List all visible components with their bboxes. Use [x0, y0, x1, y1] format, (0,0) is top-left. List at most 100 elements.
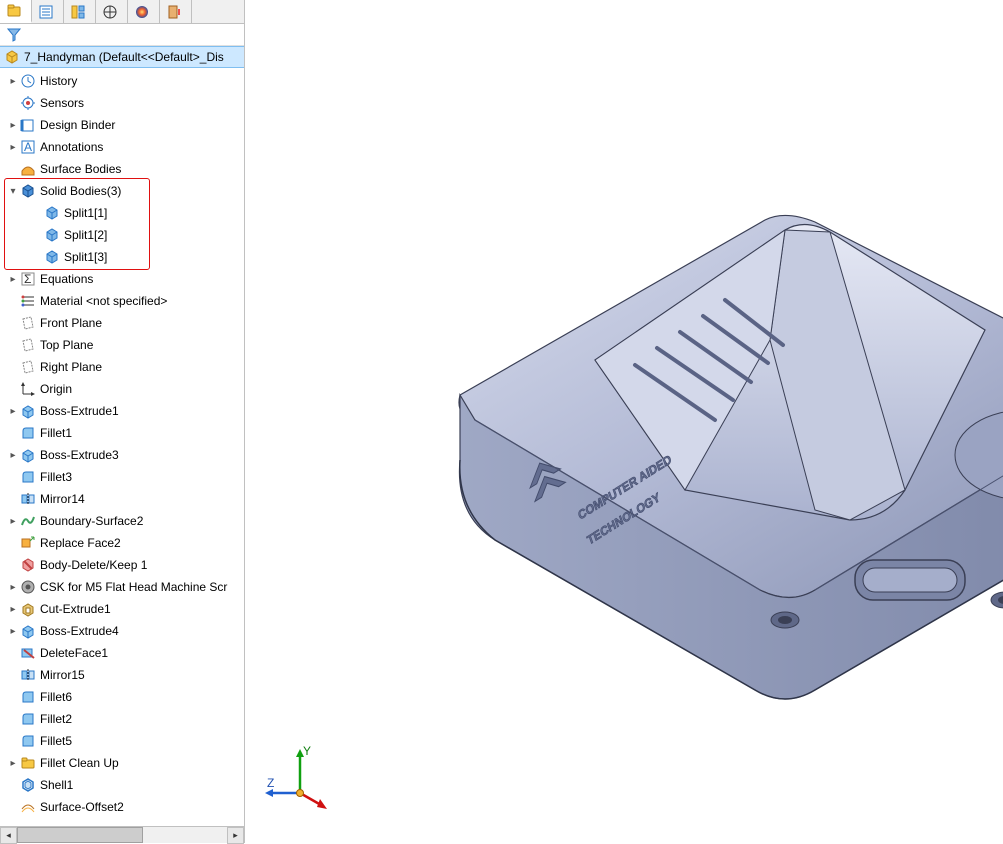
- tree-label: Surface-Offset2: [40, 800, 124, 814]
- fillet-icon: [20, 689, 36, 705]
- tree-label: Boss-Extrude3: [40, 448, 119, 462]
- tree-root[interactable]: 7_Handyman (Default<<Default>_Dis ˄: [0, 46, 244, 68]
- delface-icon: [20, 645, 36, 661]
- scroll-track[interactable]: [17, 827, 227, 843]
- tree-node-annotations[interactable]: ▸ A Annotations: [0, 136, 244, 158]
- tree-node-split1-1-[interactable]: Split1[1]: [0, 202, 244, 224]
- expander-icon[interactable]: ▸: [6, 450, 20, 461]
- tree-node-material-not-specified-[interactable]: Material <not specified>: [0, 290, 244, 312]
- tree-node-origin[interactable]: Origin: [0, 378, 244, 400]
- cut-icon: [20, 601, 36, 617]
- part-model[interactable]: COMPUTER AIDED TECHNOLOGY COMPUTER: [385, 190, 1003, 750]
- tree-node-fillet3[interactable]: Fillet3: [0, 466, 244, 488]
- expander-icon[interactable]: ▸: [6, 604, 20, 615]
- tree-label: Split1[3]: [64, 250, 107, 264]
- dimxpert-tab[interactable]: [96, 0, 128, 23]
- view-triad[interactable]: Y Z: [265, 743, 335, 813]
- filter-row[interactable]: [0, 24, 244, 46]
- tree-node-surface-offset2[interactable]: Surface-Offset2: [0, 796, 244, 818]
- tree-label: Shell1: [40, 778, 73, 792]
- dimxpert-icon: [102, 4, 118, 20]
- extrude-icon: [20, 623, 36, 639]
- fillet-icon: [20, 425, 36, 441]
- tree-node-equations[interactable]: ▸ΣEquations: [0, 268, 244, 290]
- property-manager-tab[interactable]: [32, 0, 64, 23]
- tree-label: Origin: [40, 382, 72, 396]
- origin-icon: [20, 381, 36, 397]
- tree-label: Fillet1: [40, 426, 72, 440]
- tree-node-fillet6[interactable]: Fillet6: [0, 686, 244, 708]
- tree-node-boss-extrude1[interactable]: ▸Boss-Extrude1: [0, 400, 244, 422]
- scroll-thumb[interactable]: [17, 827, 143, 843]
- sigma-icon: Σ: [20, 271, 36, 287]
- tree-label: Material <not specified>: [40, 294, 167, 308]
- expander-icon[interactable]: ▸: [6, 406, 20, 417]
- tree-label: CSK for M5 Flat Head Machine Scr: [40, 580, 227, 594]
- tree-label: Design Binder: [40, 118, 115, 132]
- feature-tree[interactable]: ▸ History Sensors ▸ Design Binder ▸ A Annotatio…: [0, 68, 244, 826]
- replace-icon: [20, 535, 36, 551]
- plane-icon: [20, 315, 36, 331]
- body-icon: [44, 249, 60, 265]
- tree-label: Boundary-Surface2: [40, 514, 143, 528]
- scroll-left-button[interactable]: ◂: [0, 827, 17, 844]
- tree-node-design-binder[interactable]: ▸ Design Binder: [0, 114, 244, 136]
- expander-icon[interactable]: ▸: [6, 274, 20, 285]
- tree-label: Surface Bodies: [40, 162, 121, 176]
- graphics-viewport[interactable]: COMPUTER AIDED TECHNOLOGY COMPUTER Y Z: [245, 0, 1003, 843]
- tree-node-fillet-clean-up[interactable]: ▸Fillet Clean Up: [0, 752, 244, 774]
- expander-icon[interactable]: ▸: [6, 516, 20, 527]
- expander-icon[interactable]: ▸: [6, 582, 20, 593]
- tree-node-history[interactable]: ▸ History: [0, 70, 244, 92]
- display-icon: [134, 4, 150, 20]
- csk-icon: [20, 579, 36, 595]
- tree-node-replace-face2[interactable]: Replace Face2: [0, 532, 244, 554]
- expander-icon[interactable]: ▸: [6, 120, 20, 131]
- tree-node-sensors[interactable]: Sensors: [0, 92, 244, 114]
- sensors-icon: [20, 95, 36, 111]
- extrude-icon: [20, 403, 36, 419]
- expander-icon[interactable]: ▸: [6, 626, 20, 637]
- tree-node-shell1[interactable]: Shell1: [0, 774, 244, 796]
- tree-node-surface-bodies[interactable]: Surface Bodies: [0, 158, 244, 180]
- config-icon: [70, 4, 86, 20]
- tree-node-top-plane[interactable]: Top Plane: [0, 334, 244, 356]
- tree-node-right-plane[interactable]: Right Plane: [0, 356, 244, 378]
- tree-node-fillet1[interactable]: Fillet1: [0, 422, 244, 444]
- tree-node-split1-3-[interactable]: Split1[3]: [0, 246, 244, 268]
- tree-label: Fillet2: [40, 712, 72, 726]
- scroll-right-button[interactable]: ▸: [227, 827, 244, 844]
- tree-node-mirror14[interactable]: Mirror14: [0, 488, 244, 510]
- tree-node-fillet2[interactable]: Fillet2: [0, 708, 244, 730]
- config-manager-tab[interactable]: [64, 0, 96, 23]
- tree-node-split1-2-[interactable]: Split1[2]: [0, 224, 244, 246]
- tree-node-solid-bodies-3-[interactable]: ▾Solid Bodies(3): [0, 180, 244, 202]
- material-icon: [20, 293, 36, 309]
- tree-node-deleteface1[interactable]: DeleteFace1: [0, 642, 244, 664]
- feature-tree-panel: 7_Handyman (Default<<Default>_Dis ˄ ▸ His…: [0, 0, 245, 843]
- cam-manager-tab[interactable]: [160, 0, 192, 23]
- feature-manager-tab[interactable]: [0, 0, 32, 23]
- tree-node-cut-extrude1[interactable]: ▸Cut-Extrude1: [0, 598, 244, 620]
- display-manager-tab[interactable]: [128, 0, 160, 23]
- svg-text:A: A: [24, 140, 32, 154]
- tree-node-fillet5[interactable]: Fillet5: [0, 730, 244, 752]
- tree-node-boss-extrude4[interactable]: ▸Boss-Extrude4: [0, 620, 244, 642]
- tree-label: Split1[1]: [64, 206, 107, 220]
- tree-node-front-plane[interactable]: Front Plane: [0, 312, 244, 334]
- expander-icon[interactable]: ▸: [6, 142, 20, 153]
- tree-label: History: [40, 74, 77, 88]
- horizontal-scrollbar[interactable]: ◂ ▸: [0, 826, 244, 843]
- expander-icon[interactable]: ▸: [6, 758, 20, 769]
- body-icon: [44, 227, 60, 243]
- tree-label: Split1[2]: [64, 228, 107, 242]
- triad-z-label: Z: [267, 776, 274, 790]
- tree-node-boundary-surface2[interactable]: ▸ Boundary-Surface2: [0, 510, 244, 532]
- tree-node-body-delete-keep-1[interactable]: Body-Delete/Keep 1: [0, 554, 244, 576]
- tree-label: Annotations: [40, 140, 103, 154]
- tree-node-csk-for-m5-flat-head-machine-scr[interactable]: ▸ CSK for M5 Flat Head Machine Scr: [0, 576, 244, 598]
- expander-icon[interactable]: ▸: [6, 76, 20, 87]
- tree-node-mirror15[interactable]: Mirror15: [0, 664, 244, 686]
- tree-node-boss-extrude3[interactable]: ▸ Boss-Extrude3: [0, 444, 244, 466]
- expander-icon[interactable]: ▾: [6, 186, 20, 197]
